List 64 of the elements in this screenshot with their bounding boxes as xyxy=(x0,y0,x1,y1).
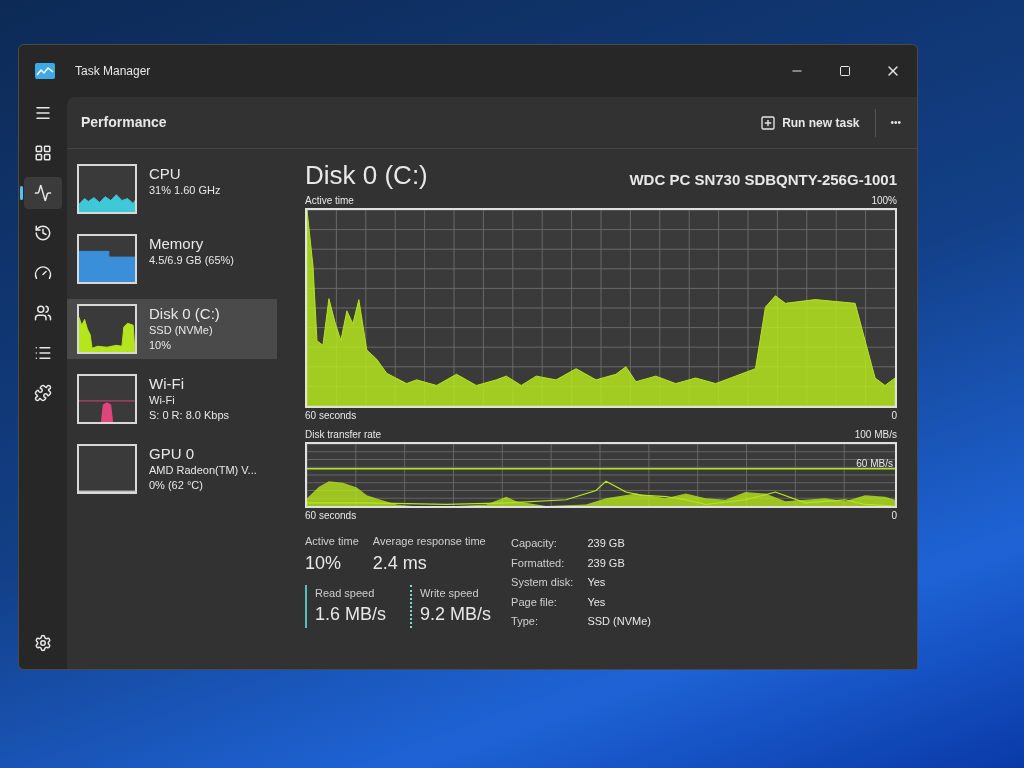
axis-mid-label: 60 MB/s xyxy=(856,457,893,471)
device-item[interactable]: Disk 0 (C:) SSD (NVMe) 10% xyxy=(67,299,277,359)
run-new-task-button[interactable]: Run new task xyxy=(752,109,868,136)
users-icon xyxy=(34,304,52,322)
device-detail: 10% xyxy=(149,338,173,353)
settings-icon xyxy=(34,634,52,652)
property-label: Formatted: xyxy=(511,555,566,571)
device-detail: S: 0 R: 8.0 Kbps xyxy=(149,408,230,423)
device-detail: Wi-Fi xyxy=(149,393,176,408)
add-task-icon xyxy=(760,114,777,131)
device-item[interactable]: CPU 31% 1.60 GHz xyxy=(67,159,277,219)
more-button[interactable]: ••• xyxy=(884,115,907,130)
time-span-label: 60 seconds xyxy=(305,409,357,423)
device-item[interactable]: Wi-Fi Wi-Fi S: 0 R: 8.0 Kbps xyxy=(67,369,277,429)
stat-value: 1.6 MB/s xyxy=(315,603,387,626)
gauge-icon xyxy=(34,264,52,282)
property-label: System disk: xyxy=(511,575,574,590)
time-span-label: 60 seconds xyxy=(305,509,357,523)
window-title: Task Manager xyxy=(75,63,151,80)
device-detail: AMD Radeon(TM) V... xyxy=(149,463,257,478)
property-value: 239 GB xyxy=(587,555,626,571)
chart-app-icon xyxy=(35,63,55,79)
grid-icon xyxy=(34,144,52,162)
selection-indicator xyxy=(20,186,23,200)
puzzle-icon xyxy=(34,384,52,402)
chart-label: Active time xyxy=(305,194,354,208)
stat-label: Active time xyxy=(305,534,359,549)
property-value: Yes xyxy=(587,575,607,590)
property-label: Page file: xyxy=(511,594,558,610)
device-name: Memory xyxy=(149,234,205,253)
device-item[interactable]: GPU 0 AMD Radeon(TM) V... 0% (62 °C) xyxy=(67,439,277,499)
device-detail: 0% (62 °C) xyxy=(149,478,204,493)
device-name: GPU 0 xyxy=(149,444,195,463)
stat-label: Read speed xyxy=(315,585,376,601)
axis-max-label: 100 MB/s xyxy=(854,428,897,442)
pulse-icon xyxy=(34,184,52,202)
device-name: CPU xyxy=(149,164,182,183)
maximize-icon xyxy=(839,65,851,77)
stat-label: Write speed xyxy=(420,585,480,601)
disk-model: WDC PC SN730 SDBQNTY-256G-1001 xyxy=(629,169,897,190)
device-detail: SSD (NVMe) xyxy=(149,323,214,338)
property-label: Capacity: xyxy=(511,536,558,551)
menu-icon xyxy=(34,104,52,122)
axis-min-label: 0 xyxy=(891,409,897,423)
stat-value: 10% xyxy=(305,551,343,575)
axis-max-label: 100% xyxy=(871,194,897,208)
axis-min-label: 0 xyxy=(891,509,897,523)
stat-value: 2.4 ms xyxy=(372,551,428,575)
property-label: Type: xyxy=(511,614,539,629)
property-value: Yes xyxy=(587,594,607,610)
stat-label: Average response time xyxy=(372,534,486,549)
list-icon xyxy=(34,344,52,362)
device-item[interactable]: Memory 4.5/6.9 GB (65%) xyxy=(67,229,277,289)
property-value: SSD (NVMe) xyxy=(587,614,651,629)
stat-value: 9.2 MB/s xyxy=(420,603,492,626)
chart-label: Disk transfer rate xyxy=(305,428,382,442)
history-icon xyxy=(34,224,52,242)
device-name: Wi-Fi xyxy=(149,374,185,393)
device-detail: 4.5/6.9 GB (65%) xyxy=(149,253,234,268)
disk-title: Disk 0 (C:) xyxy=(305,159,428,191)
page-title: Performance xyxy=(81,113,167,132)
property-value: 239 GB xyxy=(587,536,626,551)
device-detail: 31% 1.60 GHz xyxy=(149,183,221,198)
device-name: Disk 0 (C:) xyxy=(149,304,220,323)
